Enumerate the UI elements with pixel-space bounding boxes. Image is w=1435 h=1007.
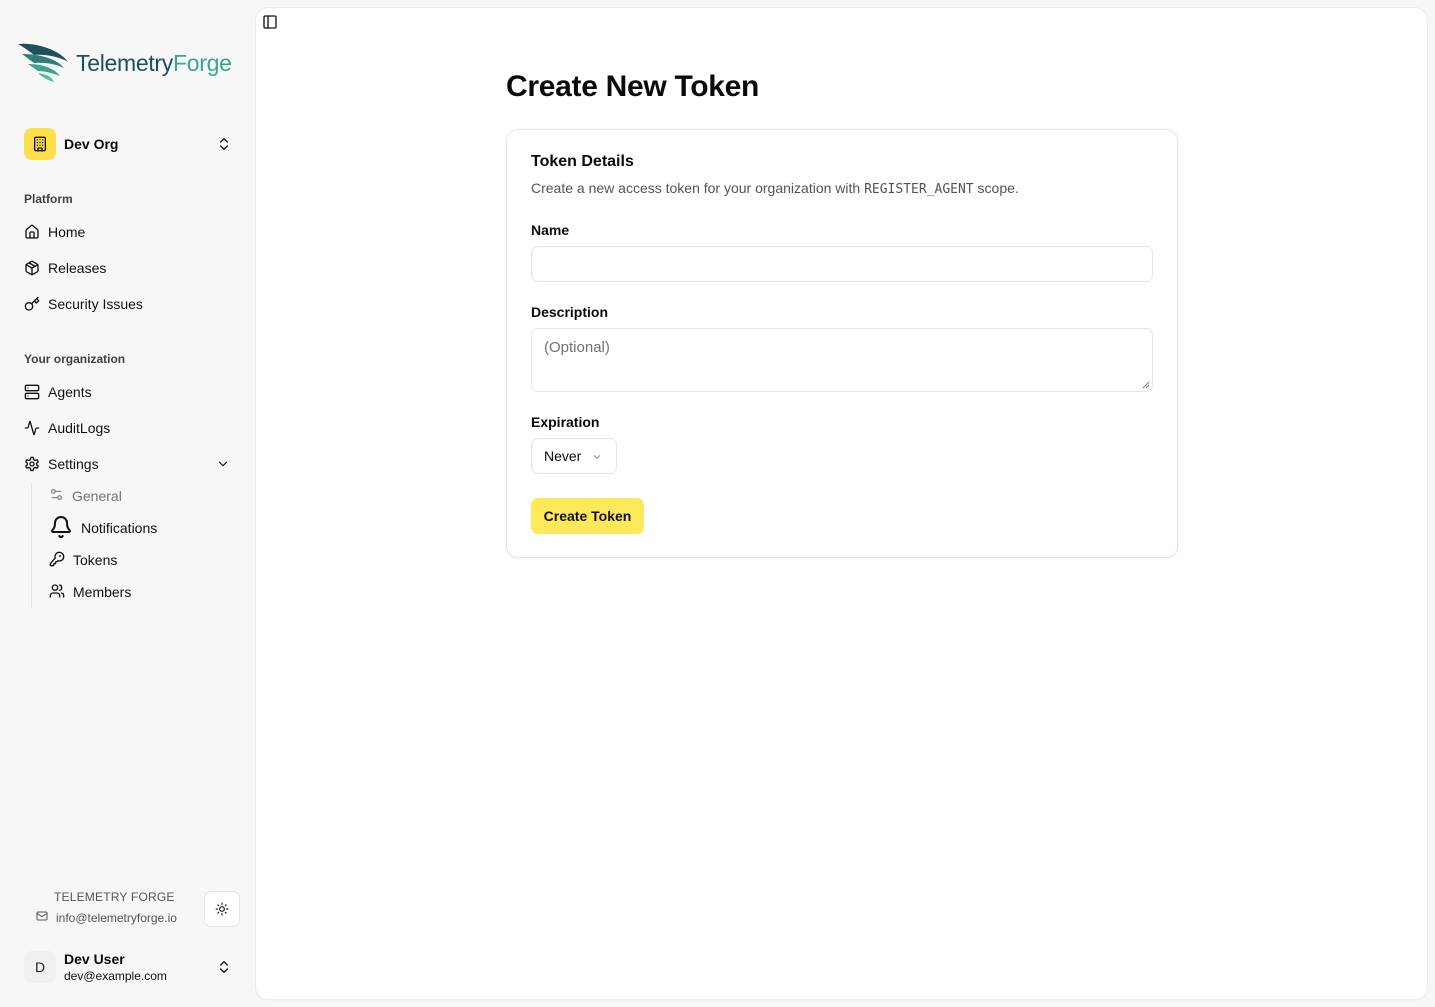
footer-email-link[interactable]: info@telemetryforge.io <box>36 910 196 925</box>
users-icon <box>49 583 65 602</box>
logo-wing-icon <box>18 43 68 82</box>
package-icon <box>24 260 40 276</box>
user-name: Dev User <box>64 951 125 967</box>
sidebar-subitem-notifications[interactable]: Notifications <box>41 514 241 542</box>
logo-text-forge: Forge <box>173 49 232 76</box>
sidebar-item-releases[interactable]: Releases <box>16 252 240 284</box>
server-icon <box>24 384 40 400</box>
main-panel: Create New Token Token Details Create a … <box>256 8 1427 999</box>
sidebar-item-agents[interactable]: Agents <box>16 376 240 408</box>
telemetryforge-logo[interactable]: TelemetryForge <box>16 40 232 84</box>
sidebar-subitem-label: Members <box>73 584 132 600</box>
sliders-icon <box>49 487 64 505</box>
user-menu[interactable]: D Dev User dev@example.com <box>16 944 240 990</box>
settings-submenu-line <box>31 483 32 608</box>
create-token-button[interactable]: Create Token <box>531 498 644 534</box>
org-name: Dev Org <box>64 136 119 152</box>
user-info: Dev User dev@example.com <box>64 951 167 983</box>
user-email: dev@example.com <box>64 969 167 983</box>
key-icon <box>24 296 40 312</box>
mail-icon <box>36 910 48 925</box>
card-description: Create a new access token for your organ… <box>531 180 1019 197</box>
activity-icon <box>24 420 40 436</box>
name-input[interactable] <box>531 246 1153 282</box>
home-icon <box>24 224 40 240</box>
nav-group-your-organization: Your organization <box>24 352 126 366</box>
sidebar-item-home[interactable]: Home <box>16 216 240 248</box>
sidebar-item-auditlogs[interactable]: AuditLogs <box>16 412 240 444</box>
sidebar-subitem-tokens[interactable]: Tokens <box>41 546 241 574</box>
chevrons-up-down-icon <box>220 138 228 150</box>
theme-toggle-button[interactable] <box>204 891 240 927</box>
sidebar-item-label: AuditLogs <box>48 420 111 436</box>
description-placeholder: (Optional) <box>544 339 610 356</box>
footer-brand-name: TELEMETRY FORGE <box>54 890 175 904</box>
sidebar-subitem-general[interactable]: General <box>41 482 241 510</box>
sidebar-item-label: Settings <box>48 456 99 472</box>
sidebar-item-settings[interactable]: Settings <box>16 448 240 480</box>
card-description-suffix: scope. <box>977 180 1019 196</box>
gear-icon <box>24 456 40 472</box>
sidebar-subitem-members[interactable]: Members <box>41 578 241 606</box>
chevron-down-icon <box>218 461 228 467</box>
resize-grip-icon[interactable] <box>1142 381 1150 389</box>
sidebar: TelemetryForge Dev Org Platform Home Rel… <box>0 0 256 1007</box>
chevrons-up-down-icon <box>220 961 228 973</box>
logo-text-telemetry: Telemetry <box>76 49 173 76</box>
sidebar-item-label: Security Issues <box>48 296 143 312</box>
avatar: D <box>24 951 56 983</box>
footer-email: info@telemetryforge.io <box>56 910 177 925</box>
card-title: Token Details <box>531 153 634 170</box>
sidebar-item-label: Home <box>48 224 86 240</box>
expiration-value: Never <box>544 448 582 464</box>
building-icon <box>24 128 56 160</box>
sidebar-subitem-label: Tokens <box>73 552 118 568</box>
bell-icon <box>49 515 73 542</box>
sidebar-toggle-icon[interactable] <box>262 14 278 30</box>
card-description-prefix: Create a new access token for your organ… <box>531 180 861 196</box>
org-switcher[interactable]: Dev Org <box>16 124 240 164</box>
sidebar-item-label: Releases <box>48 260 107 276</box>
footer-brand: TELEMETRY FORGE info@telemetryforge.io <box>36 890 196 925</box>
sun-icon <box>215 902 229 916</box>
chevron-down-icon <box>593 455 601 459</box>
nav-group-platform: Platform <box>24 192 73 206</box>
description-label: Description <box>531 304 609 320</box>
page-title: Create New Token <box>506 70 760 103</box>
sidebar-subitem-label: Notifications <box>81 520 158 536</box>
scope-code: REGISTER_AGENT <box>864 182 974 197</box>
description-textarea[interactable]: (Optional) <box>531 328 1153 392</box>
expiration-select[interactable]: Never <box>531 438 617 474</box>
expiration-label: Expiration <box>531 414 600 430</box>
sidebar-subitem-label: General <box>72 488 122 504</box>
key-icon <box>49 551 65 570</box>
sidebar-item-security-issues[interactable]: Security Issues <box>16 288 240 320</box>
name-label: Name <box>531 222 570 238</box>
logo-wordmark: TelemetryForge <box>76 50 232 77</box>
sidebar-item-label: Agents <box>48 384 92 400</box>
token-details-card: Token Details Create a new access token … <box>506 129 1178 558</box>
